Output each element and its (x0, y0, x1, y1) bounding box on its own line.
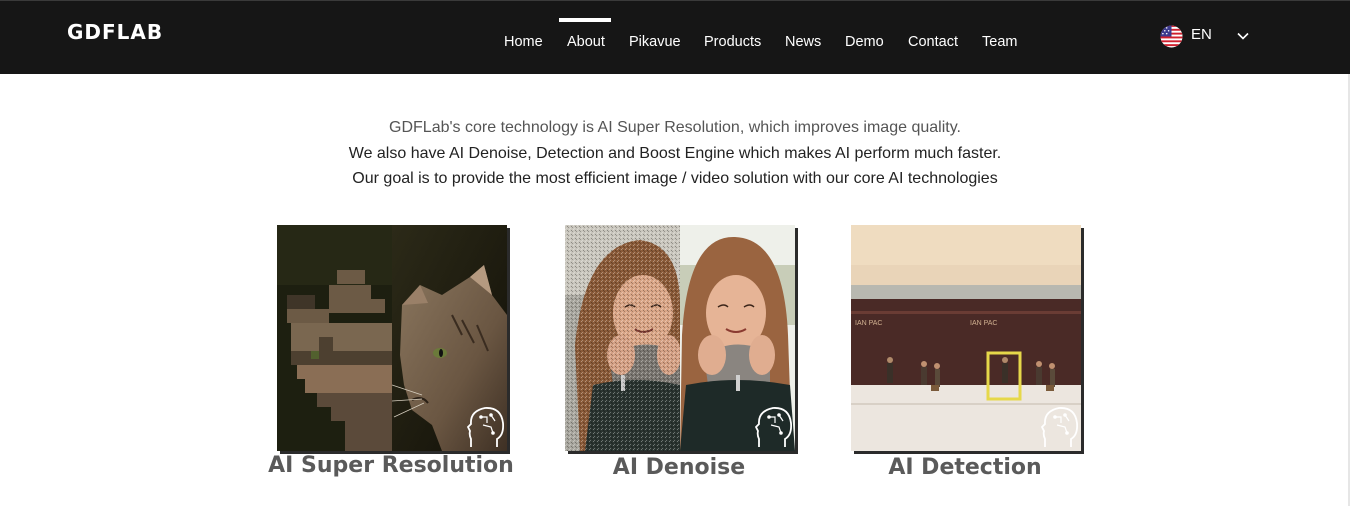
us-flag-icon (1160, 25, 1183, 48)
svg-text:IAN PAC: IAN PAC (855, 320, 883, 327)
nav-team[interactable]: Team (982, 34, 1017, 50)
train-original-half: IAN PAC (851, 225, 966, 451)
noisy-girl-half (565, 225, 680, 451)
intro-line-2: We also have AI Denoise, Detection and B… (348, 144, 1002, 162)
nav-contact[interactable]: Contact (908, 34, 958, 50)
denoise-image (565, 225, 795, 451)
card-title-denoise: AI Denoise (612, 455, 746, 480)
nav-products[interactable]: Products (704, 34, 761, 50)
nav-news[interactable]: News (785, 34, 821, 50)
intro-line-3: Our goal is to provide the most efficien… (352, 170, 998, 187)
nav-about[interactable]: About (567, 34, 605, 50)
language-selector[interactable]: EN (1160, 24, 1255, 48)
active-nav-indicator (559, 18, 611, 22)
language-label: EN (1191, 26, 1212, 43)
site-logo[interactable]: GDFLAB (67, 20, 163, 44)
ai-head-icon (755, 407, 793, 447)
intro-text: GDFLab's core technology is AI Super Res… (0, 115, 1350, 192)
ai-head-icon (467, 407, 505, 447)
super-resolution-image (277, 225, 507, 451)
nav-pikavue[interactable]: Pikavue (629, 34, 681, 50)
pixelated-cat-half (277, 225, 392, 451)
ai-head-icon (1041, 407, 1079, 447)
card-title-super-resolution: AI Super Resolution (268, 453, 514, 478)
nav-home[interactable]: Home (504, 34, 543, 50)
intro-line-1: GDFLab's core technology is AI Super Res… (389, 119, 961, 136)
chevron-down-icon[interactable] (1236, 29, 1250, 43)
card-title-detection: AI Detection (888, 455, 1042, 480)
svg-text:IAN PAC: IAN PAC (970, 320, 998, 327)
top-navbar: GDFLAB Home About Pikavue Products News … (0, 1, 1350, 74)
detection-image: IAN PAC IAN PAC (851, 225, 1081, 451)
nav-demo[interactable]: Demo (845, 34, 884, 50)
